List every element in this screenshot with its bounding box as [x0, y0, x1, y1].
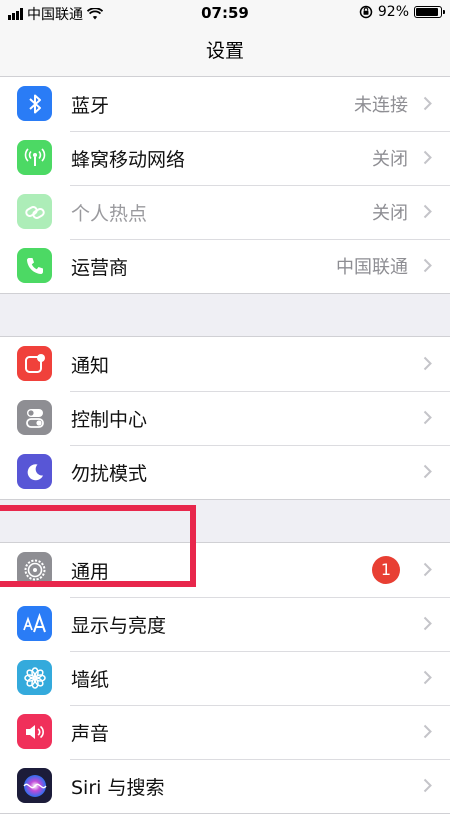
settings-row-do-not-disturb[interactable]: 勿扰模式: [0, 445, 450, 499]
battery-percentage: 92%: [377, 4, 409, 20]
highlight-annotation: [0, 505, 196, 587]
settings-row-label: 蓝牙: [71, 94, 110, 117]
chevron-right-icon: [423, 562, 432, 577]
orientation-lock-icon: [359, 5, 373, 19]
settings-group-connectivity: 蓝牙 未连接 蜂窝移动网络 关闭 个人热点 关闭 运营商 中国联通: [0, 77, 450, 294]
phone-icon: [17, 248, 52, 283]
settings-row-value: 中国联通: [336, 257, 408, 278]
chevron-right-icon: [423, 204, 432, 219]
flower-icon: [17, 660, 52, 695]
settings-row-siri-search[interactable]: Siri 与搜索: [0, 759, 450, 813]
settings-row-value: 关闭: [372, 203, 408, 224]
settings-row-value: 关闭: [372, 149, 408, 170]
settings-row-control-center[interactable]: 控制中心: [0, 391, 450, 445]
settings-row-display-brightness[interactable]: 显示与亮度: [0, 597, 450, 651]
chevron-right-icon: [423, 670, 432, 685]
settings-row-label: 声音: [71, 722, 110, 745]
chevron-right-icon: [423, 410, 432, 425]
settings-row-wallpaper[interactable]: 墙纸: [0, 651, 450, 705]
settings-row-bluetooth[interactable]: 蓝牙 未连接: [0, 77, 450, 131]
settings-row-label: 显示与亮度: [71, 614, 167, 637]
toggles-icon: [17, 400, 52, 435]
settings-row-cellular[interactable]: 蜂窝移动网络 关闭: [0, 131, 450, 185]
battery-icon: [414, 6, 445, 18]
chevron-right-icon: [423, 778, 432, 793]
settings-row-label: 运营商: [71, 256, 129, 279]
settings-group-notifications: 通知 控制中心 勿扰模式: [0, 336, 450, 500]
settings-row-label: 控制中心: [71, 408, 148, 431]
text-size-icon: [17, 606, 52, 641]
update-badge: 1: [372, 556, 400, 584]
chevron-right-icon: [423, 724, 432, 739]
navigation-bar: 设置: [0, 26, 450, 77]
settings-row-hotspot[interactable]: 个人热点 关闭: [0, 185, 450, 239]
settings-row-label: Siri 与搜索: [71, 776, 165, 799]
settings-row-label: 勿扰模式: [71, 462, 148, 485]
chevron-right-icon: [423, 616, 432, 631]
page-title: 设置: [205, 40, 244, 62]
moon-icon: [17, 454, 52, 489]
notification-icon: [17, 346, 52, 381]
settings-row-label: 墙纸: [71, 668, 110, 691]
settings-row-value: 未连接: [354, 95, 408, 116]
bluetooth-icon: [17, 86, 52, 121]
speaker-icon: [17, 714, 52, 749]
chevron-right-icon: [423, 464, 432, 479]
chevron-right-icon: [423, 96, 432, 111]
settings-row-sounds[interactable]: 声音: [0, 705, 450, 759]
chevron-right-icon: [423, 356, 432, 371]
settings-list: 蓝牙 未连接 蜂窝移动网络 关闭 个人热点 关闭 运营商 中国联通 通知 控制中…: [0, 77, 450, 814]
settings-row-carrier[interactable]: 运营商 中国联通: [0, 239, 450, 293]
hotspot-chain-icon: [17, 194, 52, 229]
cellular-antenna-icon: [17, 140, 52, 175]
settings-row-label: 通知: [71, 354, 110, 377]
settings-row-notifications[interactable]: 通知: [0, 337, 450, 391]
chevron-right-icon: [423, 150, 432, 165]
settings-row-label: 蜂窝移动网络: [71, 148, 186, 171]
siri-icon: [17, 768, 52, 803]
settings-row-label: 个人热点: [71, 202, 148, 225]
chevron-right-icon: [423, 258, 432, 273]
status-bar: 中国联通 07:59 92%: [0, 0, 450, 26]
